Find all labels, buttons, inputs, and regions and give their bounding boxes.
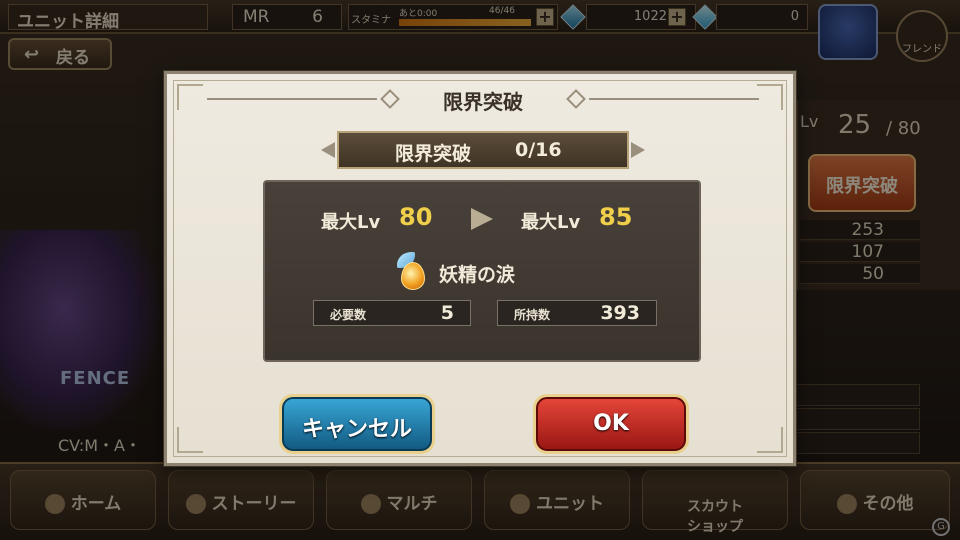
owned-label: 所持数	[514, 308, 551, 322]
fairy-tear-icon	[397, 252, 427, 290]
limit-break-dialog: 限界突破 限界突破 0/16 最大Lv 80 最大Lv 85 妖精の涙 必要数 …	[164, 71, 796, 466]
from-lv-label: 最大Lv	[321, 212, 381, 233]
banner-label: 限界突破	[395, 143, 472, 165]
required-count-pill: 必要数 5	[313, 300, 471, 326]
to-lv-label: 最大Lv	[521, 212, 581, 233]
banner-wing-right	[631, 142, 645, 158]
material-name: 妖精の涙	[439, 264, 516, 286]
required-value: 5	[440, 302, 454, 324]
from-lv-value: 80	[399, 203, 433, 231]
arrow-right-icon	[471, 208, 493, 230]
banner-wing-left	[321, 142, 335, 158]
owned-value: 393	[600, 302, 640, 324]
dialog-title: 限界突破	[443, 90, 523, 114]
frame-corner	[757, 427, 783, 453]
requirements-panel: 最大Lv 80 最大Lv 85 妖精の涙 必要数 5 所持数 393	[263, 180, 701, 362]
owned-count-pill: 所持数 393	[497, 300, 657, 326]
required-label: 必要数	[330, 308, 367, 322]
limit-break-count-banner: 限界突破 0/16	[337, 131, 629, 169]
ok-button[interactable]: OK	[533, 394, 689, 454]
to-lv-value: 85	[599, 203, 633, 231]
banner-value: 0/16	[515, 139, 562, 161]
frame-corner	[177, 427, 203, 453]
cancel-button[interactable]: キャンセル	[279, 394, 435, 454]
